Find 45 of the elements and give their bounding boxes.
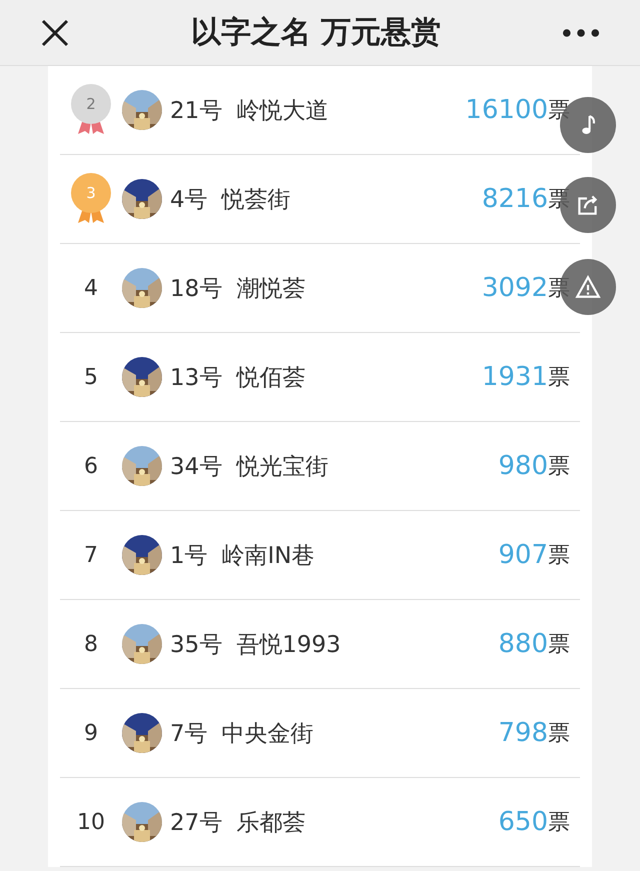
entry-name: 岭南IN巷 <box>222 542 315 570</box>
music-note-icon <box>580 115 596 135</box>
rank-number: 5 <box>84 364 98 390</box>
entry-number: 18号 <box>170 274 222 304</box>
vote-count: 980 <box>498 451 548 481</box>
entry-number: 13号 <box>170 364 222 392</box>
entry-name: 悦佰荟 <box>236 364 306 392</box>
entry-number: 21号 <box>170 96 222 126</box>
vote-unit: 票 <box>548 631 570 659</box>
vote-count: 8216 <box>482 184 548 214</box>
vote-count: 880 <box>498 629 548 659</box>
vote-unit: 票 <box>548 542 570 570</box>
vote-unit: 票 <box>548 809 570 837</box>
vote-unit: 票 <box>548 453 570 481</box>
rank-number: 8 <box>84 632 98 656</box>
vote-count: 3092 <box>482 273 548 303</box>
entry-name: 吾悦1993 <box>236 630 341 660</box>
rank-number: 6 <box>84 454 98 478</box>
vote-count: 907 <box>498 540 548 570</box>
entry-name: 悦荟街 <box>222 186 291 214</box>
vote-unit: 票 <box>548 364 570 392</box>
warning-icon <box>575 274 601 300</box>
entry-name: 岭悦大道 <box>236 96 328 126</box>
page-title: 以字之名 万元悬赏 <box>190 14 442 52</box>
entry-name: 中央金街 <box>222 720 314 748</box>
rank-number: 7 <box>84 542 98 568</box>
entry-name: 潮悦荟 <box>236 274 306 304</box>
close-icon[interactable] <box>40 18 70 48</box>
entry-number: 35号 <box>170 630 222 660</box>
entry-name: 乐都荟 <box>236 808 306 838</box>
vote-count: 650 <box>498 807 548 837</box>
more-icon[interactable] <box>562 28 600 38</box>
vote-count: 798 <box>498 718 548 748</box>
rank-number: 9 <box>84 720 98 746</box>
entry-number: 4号 <box>170 186 208 214</box>
entry-number: 1号 <box>170 542 208 570</box>
entry-number: 27号 <box>170 808 222 838</box>
vote-count: 16100 <box>465 95 548 125</box>
entry-number: 7号 <box>170 720 208 748</box>
vote-unit: 票 <box>548 720 570 748</box>
vote-count: 1931 <box>482 362 548 392</box>
rank-number: 10 <box>77 810 105 834</box>
entry-number: 34号 <box>170 452 222 482</box>
entry-name: 悦光宝街 <box>236 452 328 482</box>
rank-number: 4 <box>84 276 98 300</box>
